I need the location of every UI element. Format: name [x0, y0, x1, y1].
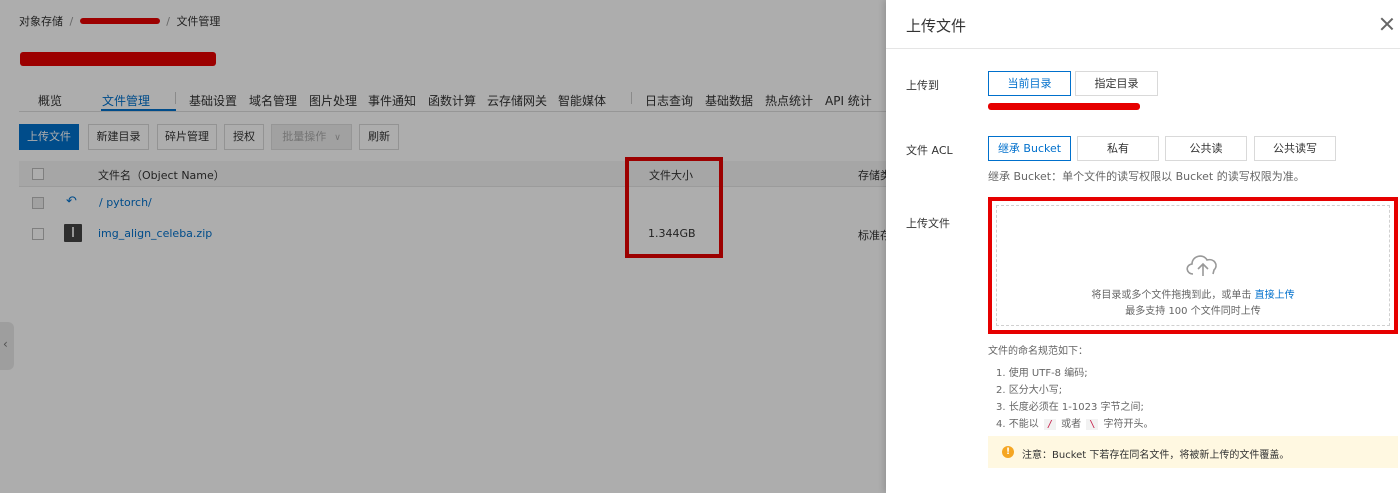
naming-rules-title: 文件的命名规范如下：: [988, 346, 1088, 357]
upload-to-label: 上传到: [906, 79, 939, 92]
close-icon[interactable]: [1380, 17, 1394, 31]
acl-hint: 继承 Bucket：单个文件的读写权限以 Bucket 的读写权限为准。: [988, 170, 1305, 183]
specified-directory-option[interactable]: 指定目录: [1075, 71, 1158, 96]
direct-upload-link[interactable]: 直接上传: [1255, 290, 1295, 301]
slash-code: /: [1043, 419, 1056, 430]
upload-file-label: 上传文件: [906, 217, 950, 230]
acl-public-read-option[interactable]: 公共读: [1165, 136, 1247, 161]
acl-public-read-write-option[interactable]: 公共读写: [1254, 136, 1336, 161]
drop-zone-border: 将目录或多个文件拖拽到此，或单击 直接上传 最多支持 100 个文件同时上传: [996, 205, 1390, 326]
overwrite-notice: ! 注意：Bucket 下若存在同名文件，将被新上传的文件覆盖。: [988, 436, 1398, 468]
naming-rule-2: 2. 区分大小写;: [996, 385, 1063, 396]
warning-icon: !: [1002, 446, 1014, 458]
rule-4-prefix: 4. 不能以: [996, 419, 1039, 430]
backslash-code: \: [1086, 419, 1099, 430]
upload-file-drawer: 上传文件 上传到 当前目录 指定目录 文件 ACL 继承 Bucket 私有 公…: [886, 0, 1400, 493]
file-drop-zone[interactable]: 将目录或多个文件拖拽到此，或单击 直接上传 最多支持 100 个文件同时上传: [988, 197, 1398, 334]
redaction-mark: [988, 103, 1140, 110]
drawer-title: 上传文件: [906, 17, 967, 35]
drop-zone-limit: 最多支持 100 个文件同时上传: [1125, 306, 1261, 317]
file-acl-label: 文件 ACL: [906, 144, 953, 157]
drop-zone-instruction: 将目录或多个文件拖拽到此，或单击 直接上传: [997, 286, 1389, 301]
modal-overlay[interactable]: [0, 0, 886, 493]
current-directory-option[interactable]: 当前目录: [988, 71, 1071, 96]
drop-zone-text: 将目录或多个文件拖拽到此，或单击: [1091, 290, 1252, 301]
naming-rule-4: 4. 不能以 / 或者 \ 字符开头。: [996, 415, 1154, 430]
acl-inherit-bucket-option[interactable]: 继承 Bucket: [988, 136, 1071, 161]
drawer-header: 上传文件: [886, 0, 1400, 49]
naming-rule-1: 1. 使用 UTF-8 编码;: [996, 368, 1088, 379]
cloud-upload-icon: [1186, 255, 1217, 276]
rule-4-mid: 或者: [1061, 419, 1082, 430]
acl-private-option[interactable]: 私有: [1077, 136, 1159, 161]
naming-rule-3: 3. 长度必须在 1-1023 字节之间;: [996, 402, 1144, 413]
rule-4-suffix: 字符开头。: [1103, 419, 1154, 430]
notice-text: 注意：Bucket 下若存在同名文件，将被新上传的文件覆盖。: [1022, 450, 1290, 461]
